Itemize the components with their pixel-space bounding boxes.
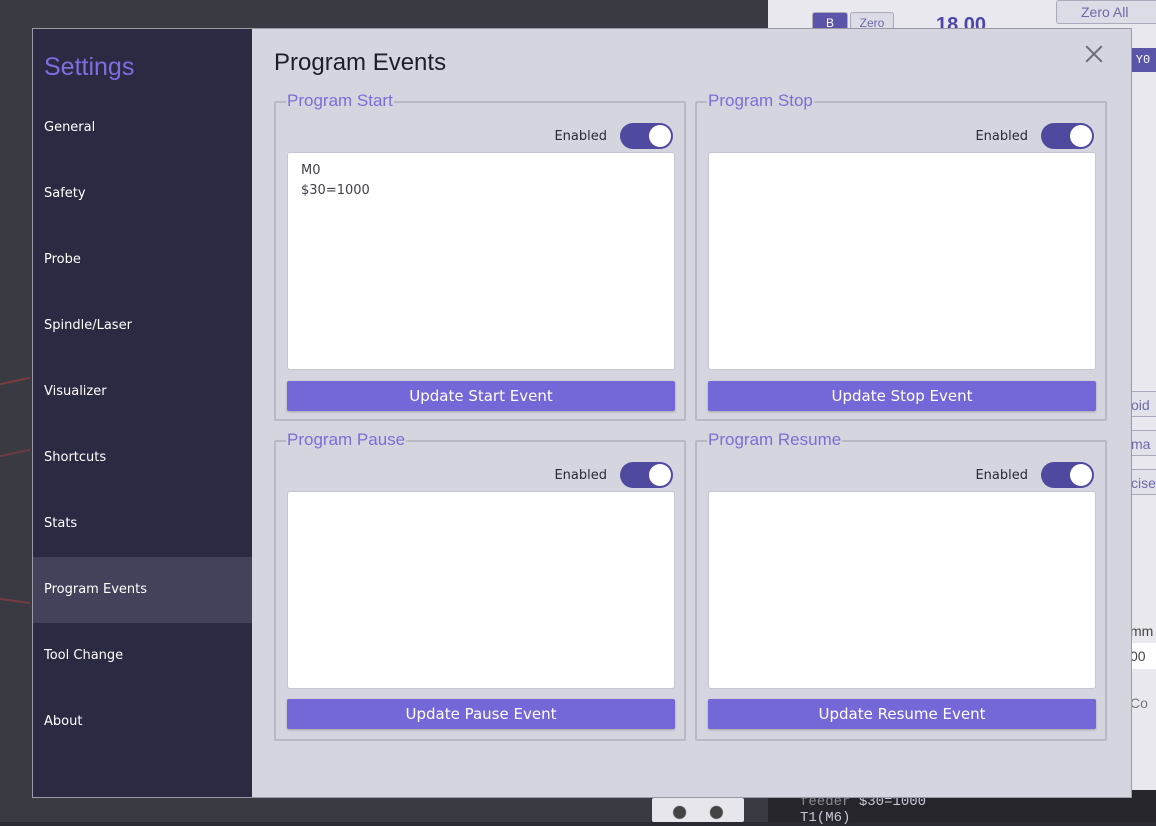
console-line: T1(M6): [800, 810, 851, 826]
update-start-event-button[interactable]: Update Start Event: [287, 381, 675, 411]
enabled-label: Enabled: [975, 467, 1028, 483]
toggle-knob: [649, 464, 671, 486]
enabled-row: Enabled: [975, 123, 1094, 149]
program-start-code-input[interactable]: M0 $30=1000: [287, 152, 675, 370]
enabled-row: Enabled: [554, 123, 673, 149]
program-resume-toggle[interactable]: [1041, 462, 1094, 488]
console-output: feeder $30=1000 T1(M6): [800, 794, 926, 826]
nav-item-general[interactable]: General: [33, 95, 252, 161]
settings-title: Settings: [44, 53, 135, 81]
y0-button[interactable]: Y0: [1130, 48, 1156, 72]
page-title: Program Events: [274, 49, 447, 76]
side-tab[interactable]: oid: [1128, 391, 1156, 417]
nav-item-tool-change[interactable]: Tool Change: [33, 623, 252, 689]
visualizer-gizmo: [652, 798, 744, 822]
settings-sidebar: Settings General Safety Probe Spindle/La…: [33, 29, 252, 797]
nav-item-spindle-laser[interactable]: Spindle/Laser: [33, 293, 252, 359]
tab-label[interactable]: Co: [1128, 690, 1156, 716]
toolpath-lines: [0, 597, 30, 645]
toolpath-lines: [0, 376, 30, 458]
program-pause-group: Program Pause Enabled Update Pause Event: [274, 430, 686, 741]
zero-all-button[interactable]: Zero All: [1056, 0, 1156, 24]
program-pause-code-input[interactable]: [287, 491, 675, 689]
update-resume-event-button[interactable]: Update Resume Event: [708, 699, 1096, 729]
program-start-legend: Program Start: [286, 91, 394, 111]
nav-item-stats[interactable]: Stats: [33, 491, 252, 557]
update-stop-event-button[interactable]: Update Stop Event: [708, 381, 1096, 411]
program-start-group: Program Start Enabled M0 $30=1000 Update…: [274, 91, 686, 421]
enabled-row: Enabled: [554, 462, 673, 488]
program-pause-legend: Program Pause: [286, 430, 407, 450]
side-tab[interactable]: ma: [1128, 430, 1156, 456]
nav-item-shortcuts[interactable]: Shortcuts: [33, 425, 252, 491]
nav-item-probe[interactable]: Probe: [33, 227, 252, 293]
program-pause-toggle[interactable]: [620, 462, 673, 488]
update-pause-event-button[interactable]: Update Pause Event: [287, 699, 675, 729]
settings-nav: General Safety Probe Spindle/Laser Visua…: [33, 95, 252, 755]
enabled-label: Enabled: [975, 128, 1028, 144]
enabled-label: Enabled: [554, 467, 607, 483]
nav-item-safety[interactable]: Safety: [33, 161, 252, 227]
enabled-row: Enabled: [975, 462, 1094, 488]
program-start-toggle[interactable]: [620, 123, 673, 149]
program-stop-code-input[interactable]: [708, 152, 1096, 370]
program-resume-group: Program Resume Enabled Update Resume Eve…: [695, 430, 1107, 741]
enabled-label: Enabled: [554, 128, 607, 144]
program-resume-legend: Program Resume: [707, 430, 843, 450]
toggle-knob: [1070, 125, 1092, 147]
close-icon[interactable]: [1083, 43, 1105, 65]
unit-label: mm: [1130, 623, 1154, 639]
settings-modal: Settings General Safety Probe Spindle/La…: [32, 28, 1132, 798]
program-stop-toggle[interactable]: [1041, 123, 1094, 149]
value-field[interactable]: 00: [1128, 643, 1156, 669]
nav-item-program-events[interactable]: Program Events: [33, 557, 252, 623]
nav-item-about[interactable]: About: [33, 689, 252, 755]
nav-item-visualizer[interactable]: Visualizer: [33, 359, 252, 425]
toggle-knob: [649, 125, 671, 147]
settings-content: Program Events Program Start Enabled M0 …: [252, 29, 1131, 797]
program-resume-code-input[interactable]: [708, 491, 1096, 689]
side-tab[interactable]: cise: [1128, 469, 1156, 495]
program-stop-legend: Program Stop: [707, 91, 814, 111]
toggle-knob: [1070, 464, 1092, 486]
program-stop-group: Program Stop Enabled Update Stop Event: [695, 91, 1107, 421]
